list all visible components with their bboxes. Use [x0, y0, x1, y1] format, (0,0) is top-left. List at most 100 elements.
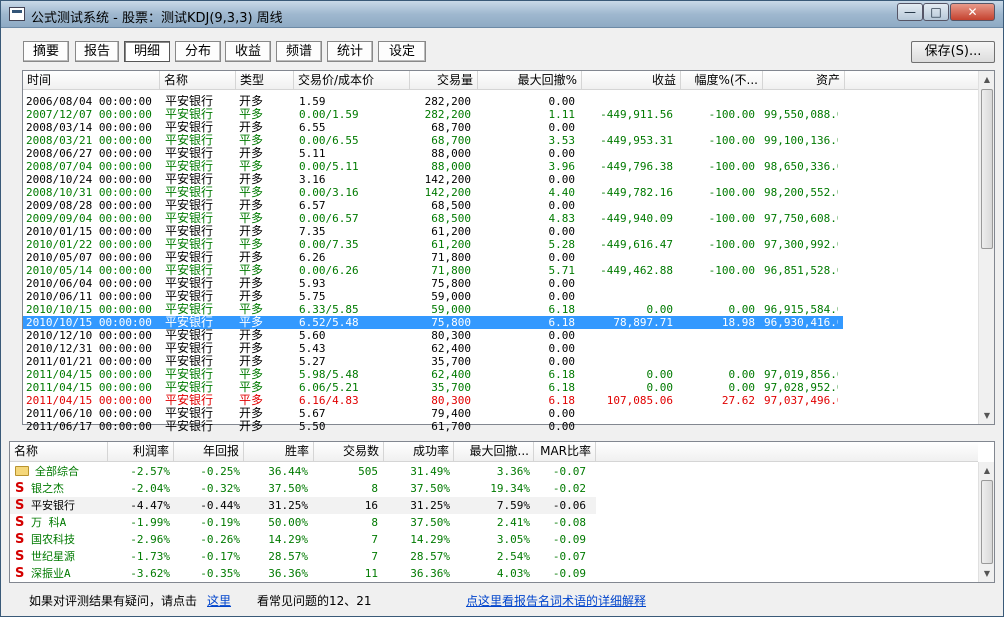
table-row[interactable]: 2011/04/15 00:00:00 平安银行 平多 6.16/4.83 80,300… [23, 394, 843, 407]
cell-asset: 97,028,952.00 [764, 381, 838, 394]
tab-7[interactable]: 设定 [378, 41, 426, 62]
tab-1[interactable]: 报告 [75, 41, 119, 62]
cell-mar: -0.07 [552, 465, 586, 478]
table-row[interactable]: 2009/08/28 00:00:00 平安银行 开多 6.57 68,500 0.00 [23, 199, 843, 212]
table-row[interactable]: 2011/01/21 00:00:00 平安银行 开多 5.27 35,700 0.00 [23, 355, 843, 368]
list-item[interactable]: S 国农科技 -2.96% -0.26% 14.29% 7 14.29% 3.05% -0.09 [10, 531, 596, 548]
table-row[interactable]: 2008/03/14 00:00:00 平安银行 开多 6.55 68,700 0.00 [23, 121, 843, 134]
cell-dd: 6.18 [548, 316, 576, 329]
detail-table[interactable]: 时间 名称 类型 交易价/成本价 交易量 最大回撤% 收益 幅度%(不... 资产 2006/0… [22, 70, 995, 433]
summary-col-header[interactable]: 交易数 [314, 442, 384, 462]
tab-5[interactable]: 频谱 [276, 41, 322, 62]
table-row[interactable]: 2006/08/04 00:00:00 平安银行 开多 1.59 282,200 0.00 [23, 95, 843, 108]
cell-time: 2010/10/15 00:00:00 [26, 303, 152, 316]
scroll-up-icon[interactable]: ▲ [979, 71, 995, 88]
cell-asset: 97,300,992.00 [764, 238, 838, 251]
table-row[interactable]: 2010/10/15 00:00:00 平安银行 平多 6.33/5.85 59,000… [23, 303, 843, 316]
table-row[interactable]: 2008/03/21 00:00:00 平安银行 平多 0.00/6.55 68,700… [23, 134, 843, 147]
table-row[interactable]: 2010/12/31 00:00:00 平安银行 开多 5.43 62,400 0.00 [23, 342, 843, 355]
table-row[interactable]: 2010/05/07 00:00:00 平安银行 开多 6.26 71,800 0.00 [23, 251, 843, 264]
tab-4[interactable]: 收益 [225, 41, 271, 62]
table-row[interactable]: 2011/06/10 00:00:00 平安银行 开多 5.67 79,400 0.00 [23, 407, 843, 420]
table-row[interactable]: 2008/07/04 00:00:00 平安银行 平多 0.00/5.11 88,000… [23, 160, 843, 173]
detail-col-header[interactable]: 资产 [763, 71, 845, 90]
cell-vol: 71,800 [431, 251, 471, 264]
title-bar[interactable]: 公式测试系统 - 股票：测试KDJ(9,3,3) 周线 — □ ✕ [1, 1, 1003, 28]
cell-name: 平安银行 [165, 407, 214, 420]
table-row[interactable]: 2010/05/14 00:00:00 平安银行 平多 0.00/6.26 71,800… [23, 264, 843, 277]
list-item[interactable]: 全部综合 -2.57% -0.25% 36.44% 505 31.49% 3.36% -0.0… [10, 463, 596, 480]
glossary-link[interactable]: 点这里看报告名词术语的详细解释 [466, 592, 646, 609]
save-button[interactable]: 保存(S)... [911, 41, 995, 63]
detail-col-header[interactable]: 类型 [236, 71, 294, 90]
summary-col-header[interactable]: 胜率 [244, 442, 314, 462]
cell-profit: -2.57% [130, 465, 170, 478]
summary-col-header[interactable]: 利润率 [108, 442, 174, 462]
cell-profit [583, 199, 673, 212]
cell-profit: -449,940.09 [600, 212, 673, 225]
cell-type: 平多 [239, 368, 264, 381]
scroll-thumb[interactable] [981, 480, 993, 564]
list-item[interactable]: S 万 科A -1.99% -0.19% 50.00% 8 37.50% 2.41% -0.08 [10, 514, 596, 531]
cell-name: 平安银行 [165, 420, 214, 433]
table-row[interactable]: 2010/10/15 00:00:00 平安银行 平多 6.52/5.48 75,800… [23, 316, 843, 329]
list-item[interactable]: S 世纪星源 -1.73% -0.17% 28.57% 7 28.57% 2.54% -0.07 [10, 548, 596, 565]
table-row[interactable]: 2010/06/04 00:00:00 平安银行 开多 5.93 75,800 0.00 [23, 277, 843, 290]
scroll-down-icon[interactable]: ▼ [979, 565, 995, 582]
detail-col-header[interactable]: 交易价/成本价 [294, 71, 410, 90]
summary-col-header[interactable]: 名称 [10, 442, 108, 462]
cell-name: 平安银行 [165, 342, 214, 355]
cell-vol: 62,400 [431, 342, 471, 355]
detail-col-header[interactable]: 名称 [160, 71, 236, 90]
cell-profit [583, 277, 673, 290]
table-row[interactable]: 2009/09/04 00:00:00 平安银行 平多 0.00/6.57 68,500… [23, 212, 843, 225]
list-item[interactable]: S 平安银行 -4.47% -0.44% 31.25% 16 31.25% 7.59% -0.0… [10, 497, 596, 514]
table-row[interactable]: 2008/10/24 00:00:00 平安银行 开多 3.16 142,200 0.00 [23, 173, 843, 186]
summary-col-header[interactable]: 最大回撤... [454, 442, 534, 462]
cell-asset [764, 147, 838, 160]
tab-2[interactable]: 明细 [124, 41, 170, 62]
table-row[interactable]: 2011/04/15 00:00:00 平安银行 平多 5.98/5.48 62,400… [23, 368, 843, 381]
table-row[interactable]: 2010/06/11 00:00:00 平安银行 开多 5.75 59,000 0.00 [23, 290, 843, 303]
table-row[interactable]: 2011/06/17 00:00:00 平安银行 开多 5.50 61,700 0.00 [23, 420, 843, 433]
table-row[interactable]: 2010/01/22 00:00:00 平安银行 平多 0.00/7.35 61,200… [23, 238, 843, 251]
list-item[interactable]: S 银之杰 -2.04% -0.32% 37.50% 8 37.50% 19.34% -0.02 [10, 480, 596, 497]
scroll-down-icon[interactable]: ▼ [979, 407, 995, 424]
table-row[interactable]: 2007/12/07 00:00:00 平安银行 平多 0.00/1.59 282,20… [23, 108, 843, 121]
cell-dd: 4.40 [548, 186, 576, 199]
scroll-thumb[interactable] [981, 89, 993, 249]
summary-col-header[interactable]: 年回报 [174, 442, 244, 462]
summary-col-header[interactable]: 成功率 [384, 442, 454, 462]
cell-type: 开多 [239, 173, 264, 186]
detail-col-header[interactable]: 收益 [582, 71, 681, 90]
tab-0[interactable]: 摘要 [23, 41, 69, 62]
maximize-button[interactable]: □ [923, 3, 949, 21]
detail-col-header[interactable]: 幅度%(不... [681, 71, 763, 90]
cell-price: 7.35 [299, 225, 326, 238]
detail-col-header[interactable]: 最大回撤% [478, 71, 582, 90]
cell-profit: -2.96% [130, 533, 170, 546]
scroll-up-icon[interactable]: ▲ [979, 462, 995, 479]
table-row[interactable]: 2008/10/31 00:00:00 平安银行 平多 0.00/3.16 142,20… [23, 186, 843, 199]
summary-table[interactable]: 名称 利润率 年回报 胜率 交易数 成功率 最大回撤... MAR比率 全部综合 -2.57% -… [9, 441, 995, 583]
summary-col-header[interactable]: MAR比率 [534, 442, 596, 462]
tab-6[interactable]: 统计 [327, 41, 373, 62]
cell-profit: 107,085.06 [606, 394, 673, 407]
list-item[interactable]: S 深振业A -3.62% -0.35% 36.36% 11 36.36% 4.03% -0.0… [10, 565, 596, 582]
detail-col-header[interactable]: 交易量 [410, 71, 478, 90]
summary-name-cell: S 平安银行 [15, 497, 107, 514]
close-button[interactable]: ✕ [950, 3, 995, 21]
tab-3[interactable]: 分布 [175, 41, 221, 62]
detail-scrollbar[interactable]: ▲ ▼ [978, 71, 994, 424]
cell-trades: 8 [371, 516, 378, 529]
cell-name: 平安银行 [165, 199, 214, 212]
here-link[interactable]: 这里 [207, 592, 231, 609]
detail-col-header[interactable]: 时间 [23, 71, 160, 90]
table-row[interactable]: 2010/12/10 00:00:00 平安银行 开多 5.60 80,300 0.00 [23, 329, 843, 342]
table-row[interactable]: 2008/06/27 00:00:00 平安银行 开多 5.11 88,000 0.00 [23, 147, 843, 160]
summary-scrollbar[interactable]: ▲ ▼ [978, 462, 994, 582]
cell-dd: 0.00 [548, 251, 576, 264]
table-row[interactable]: 2010/01/15 00:00:00 平安银行 开多 7.35 61,200 0.00 [23, 225, 843, 238]
table-row[interactable]: 2011/04/15 00:00:00 平安银行 平多 6.06/5.21 35,700… [23, 381, 843, 394]
minimize-button[interactable]: — [897, 3, 923, 21]
